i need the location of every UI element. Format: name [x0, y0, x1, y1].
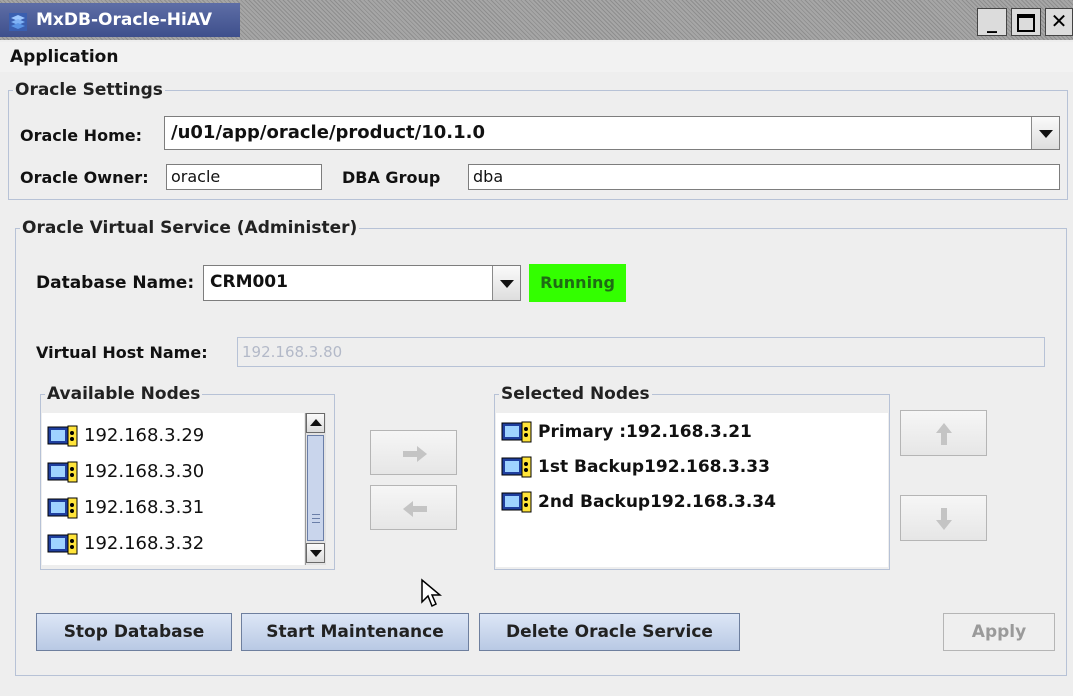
arrow-down-icon: [936, 508, 952, 530]
scroll-thumb[interactable]: [307, 435, 324, 541]
menu-bar: Application: [0, 42, 1073, 72]
oracle-settings-legend: Oracle Settings: [15, 80, 163, 100]
start-maintenance-button[interactable]: Start Maintenance: [241, 613, 469, 651]
list-item[interactable]: 1st Backup192.168.3.33: [500, 452, 770, 482]
node-server-icon: [501, 421, 532, 443]
minimize-button[interactable]: _: [977, 8, 1007, 36]
available-nodes-scrollbar[interactable]: [305, 413, 326, 565]
list-item[interactable]: 192.168.3.31: [46, 493, 204, 523]
dropdown-arrow-icon[interactable]: [1031, 117, 1059, 149]
delete-oracle-service-button[interactable]: Delete Oracle Service: [479, 613, 740, 651]
arrow-left-icon: [403, 501, 427, 517]
list-item[interactable]: 192.168.3.29: [46, 421, 204, 451]
arrow-up-icon: [936, 423, 952, 445]
move-up-button[interactable]: [900, 410, 987, 456]
scroll-up-icon[interactable]: [306, 413, 325, 433]
virtual-host-field: 192.168.3.80: [237, 337, 1045, 367]
virtual-host-label: Virtual Host Name:: [36, 343, 208, 362]
oracle-home-label: Oracle Home:: [20, 126, 142, 145]
dropdown-arrow-icon[interactable]: [492, 266, 520, 300]
database-name-combo[interactable]: CRM001: [203, 265, 521, 301]
oracle-home-combo[interactable]: /u01/app/oracle/product/10.1.0: [164, 116, 1060, 150]
scroll-down-icon[interactable]: [306, 543, 325, 563]
database-name-value: CRM001: [210, 272, 288, 292]
close-button[interactable]: ✕: [1045, 8, 1073, 36]
oracle-owner-label: Oracle Owner:: [20, 168, 149, 187]
database-name-label: Database Name:: [36, 273, 195, 293]
status-badge: Running: [529, 264, 626, 302]
list-item[interactable]: 192.168.3.32: [46, 529, 204, 559]
node-server-icon: [47, 533, 78, 555]
dba-group-label: DBA Group: [342, 168, 441, 187]
app-icon: [9, 13, 27, 31]
available-nodes-legend: Available Nodes: [47, 384, 201, 404]
dba-group-field[interactable]: dba: [468, 164, 1060, 190]
maximize-button[interactable]: [1011, 8, 1041, 36]
oracle-home-value: /u01/app/oracle/product/10.1.0: [171, 122, 485, 143]
selected-nodes-list[interactable]: Primary :192.168.3.21 1st Backup192.168.…: [496, 413, 888, 567]
menu-application[interactable]: Application: [10, 47, 118, 67]
remove-node-button[interactable]: [370, 485, 457, 530]
node-server-icon: [47, 425, 78, 447]
stop-database-button[interactable]: Stop Database: [36, 613, 232, 651]
move-down-button[interactable]: [900, 495, 987, 541]
list-item[interactable]: Primary :192.168.3.21: [500, 417, 752, 447]
mouse-cursor-icon: [421, 578, 442, 608]
node-server-icon: [501, 491, 532, 513]
list-item[interactable]: 2nd Backup192.168.3.34: [500, 487, 776, 517]
title-bar[interactable]: MxDB-Oracle-HiAV _ ✕: [0, 0, 1073, 40]
list-item[interactable]: 192.168.3.30: [46, 457, 204, 487]
apply-button: Apply: [943, 613, 1055, 651]
oracle-owner-field[interactable]: oracle: [166, 164, 322, 190]
virtual-service-legend: Oracle Virtual Service (Administer): [22, 218, 358, 238]
selected-nodes-legend: Selected Nodes: [501, 384, 650, 404]
add-node-button[interactable]: [370, 430, 457, 475]
arrow-right-icon: [403, 446, 427, 462]
node-server-icon: [47, 461, 78, 483]
node-server-icon: [47, 497, 78, 519]
available-nodes-list[interactable]: 192.168.3.29 192.168.3.30 192.168.3.31 1…: [42, 413, 304, 565]
node-server-icon: [501, 456, 532, 478]
window-title: MxDB-Oracle-HiAV: [0, 3, 240, 37]
